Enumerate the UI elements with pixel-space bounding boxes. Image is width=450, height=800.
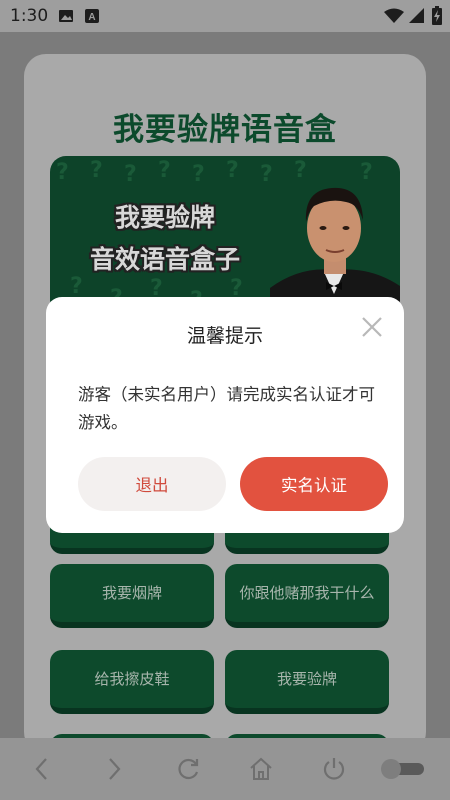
svg-text:A: A: [88, 12, 95, 23]
power-icon[interactable]: [321, 756, 347, 786]
home-icon[interactable]: [248, 756, 274, 786]
dialog-message: 游客（未实名用户）请完成实名认证才可游戏。: [78, 385, 375, 432]
browser-nav-bar: [0, 738, 450, 800]
font-a-icon: A: [84, 8, 100, 28]
status-bar: 1:30 A: [0, 0, 450, 32]
toggle-switch[interactable]: [380, 758, 426, 784]
image-icon: [58, 8, 74, 28]
battery-icon: [432, 6, 442, 29]
exit-button[interactable]: 退出: [78, 457, 226, 511]
sound-button-6[interactable]: 我要验牌: [225, 650, 389, 714]
status-time: 1:30: [10, 6, 49, 26]
verify-button[interactable]: 实名认证: [240, 457, 388, 511]
notice-dialog: 温馨提示 游客（未实名用户）请完成实名认证才可游戏。 退出 实名认证: [46, 297, 404, 533]
close-icon[interactable]: [360, 315, 384, 339]
banner-line-1: 我要验牌: [114, 203, 215, 232]
app-title: 我要验牌语音盒: [113, 112, 337, 148]
back-icon[interactable]: [32, 756, 52, 786]
dialog-title: 温馨提示: [186, 325, 263, 347]
sound-button-4[interactable]: 你跟他赌那我干什么: [225, 564, 389, 628]
wifi-icon: [384, 8, 404, 28]
signal-icon: [408, 7, 424, 28]
forward-icon[interactable]: [104, 756, 124, 786]
sound-button-3[interactable]: 我要烟牌: [50, 564, 214, 628]
refresh-icon[interactable]: [175, 756, 201, 786]
banner-line-2: 音效语音盒子: [89, 245, 240, 274]
sound-button-5[interactable]: 给我擦皮鞋: [50, 650, 214, 714]
